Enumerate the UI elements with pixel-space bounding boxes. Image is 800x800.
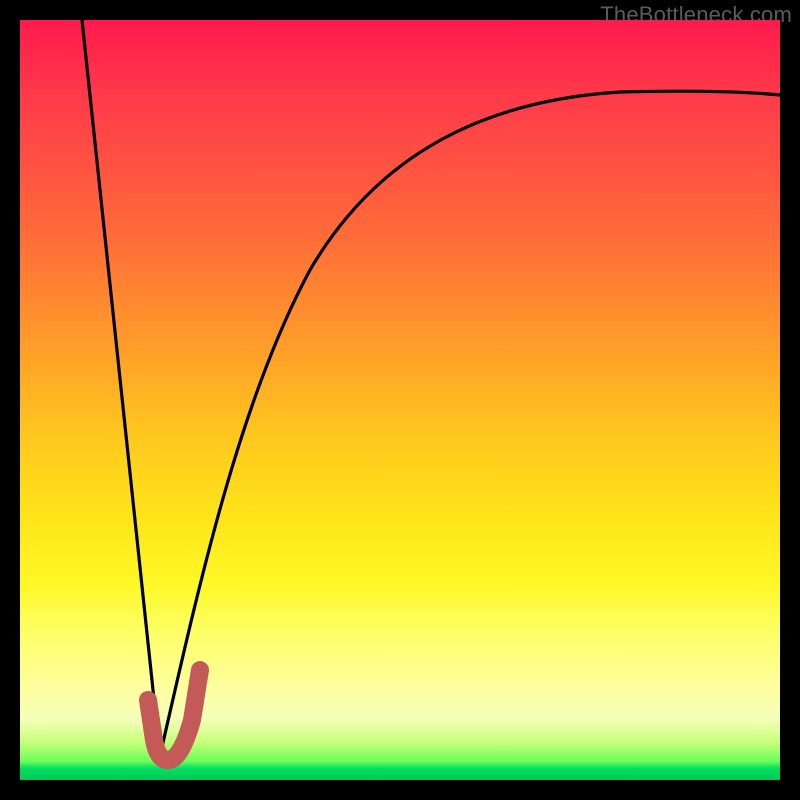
chart-frame: TheBottleneck.com (0, 0, 800, 800)
curve-left (82, 20, 160, 756)
highlight-j (148, 670, 200, 760)
curve-right (160, 91, 780, 756)
curve-layer (20, 20, 780, 780)
plot-area (20, 20, 780, 780)
